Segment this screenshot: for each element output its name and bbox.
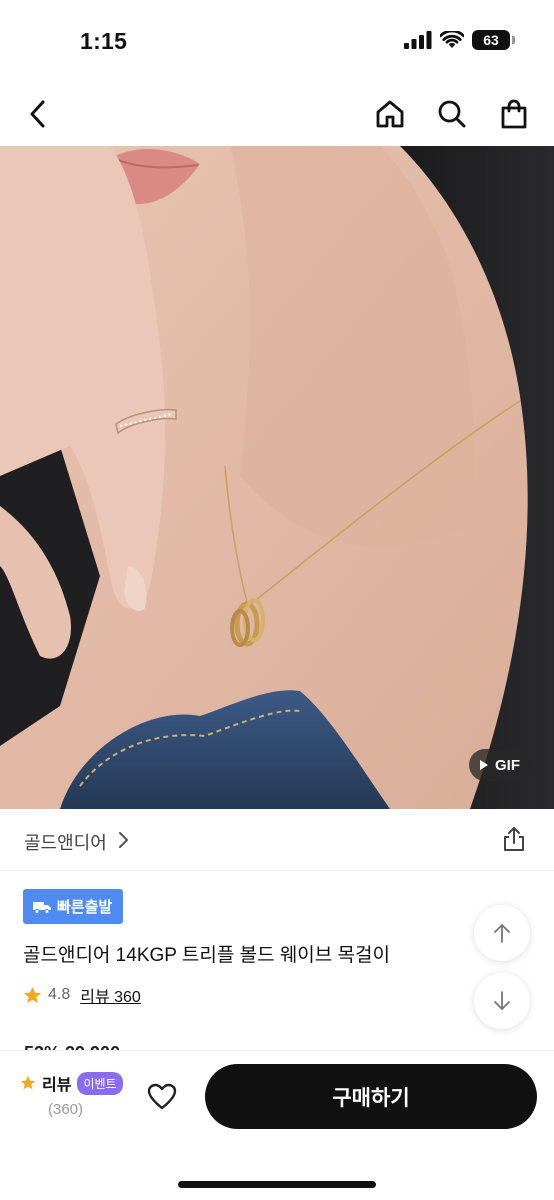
star-icon	[20, 1075, 36, 1090]
price-peek: 53% 29,900	[24, 1042, 120, 1050]
search-icon	[438, 100, 466, 128]
product-title: 골드앤디어 14KGP 트리플 볼드 웨이브 목걸이	[23, 945, 390, 966]
review-tab[interactable]: 리뷰 이벤트 (360)	[20, 1071, 130, 1118]
star-icon	[23, 986, 42, 1003]
play-icon	[480, 760, 488, 770]
fast-shipping-label: 빠른출발	[57, 899, 113, 916]
bottom-purchase-bar: 리뷰 이벤트 (360) 구매하기	[0, 1050, 554, 1200]
status-time: 1:15	[80, 28, 128, 54]
arrow-up-icon	[494, 924, 510, 943]
brand-row: 골드앤디어	[0, 809, 554, 871]
status-icons: 63	[404, 30, 515, 50]
fast-shipping-badge: 빠른출발	[23, 889, 124, 924]
chevron-left-icon	[30, 100, 45, 128]
shopping-bag-icon	[501, 99, 527, 129]
review-tab-label: 리뷰	[42, 1077, 72, 1094]
rating-row: 4.8 리뷰 360	[23, 983, 141, 1007]
back-button[interactable]	[20, 96, 56, 132]
share-icon	[504, 827, 524, 851]
status-bar: 1:15 63	[0, 0, 554, 82]
search-button[interactable]	[434, 96, 470, 132]
review-link[interactable]: 리뷰 360	[80, 983, 141, 1007]
top-nav-bar	[0, 82, 554, 146]
wishlist-button[interactable]	[144, 1079, 180, 1115]
scroll-down-button[interactable]	[474, 973, 530, 1029]
arrow-down-icon	[494, 991, 510, 1010]
home-icon	[376, 100, 404, 128]
rating-value: 4.8	[48, 986, 71, 1003]
gif-badge[interactable]: GIF	[469, 749, 532, 781]
share-button[interactable]	[500, 825, 528, 853]
home-button[interactable]	[372, 96, 408, 132]
gif-label: GIF	[495, 756, 520, 774]
review-count: (360)	[48, 1101, 84, 1118]
scroll-up-button[interactable]	[474, 905, 530, 961]
chevron-right-icon[interactable]	[117, 831, 129, 849]
brand-name-link[interactable]: 골드앤디어	[24, 829, 107, 855]
battery-level: 63	[483, 32, 499, 48]
buy-button[interactable]: 구매하기	[205, 1064, 537, 1129]
cart-button[interactable]	[496, 96, 532, 132]
product-photo	[0, 146, 554, 809]
signal-icon	[404, 31, 432, 49]
battery-indicator: 63	[472, 30, 515, 50]
home-indicator	[178, 1181, 376, 1188]
wifi-icon	[440, 31, 464, 48]
event-badge: 이벤트	[77, 1071, 123, 1095]
truck-icon	[33, 901, 51, 914]
heart-icon	[147, 1083, 177, 1110]
product-image[interactable]: GIF	[0, 146, 554, 809]
